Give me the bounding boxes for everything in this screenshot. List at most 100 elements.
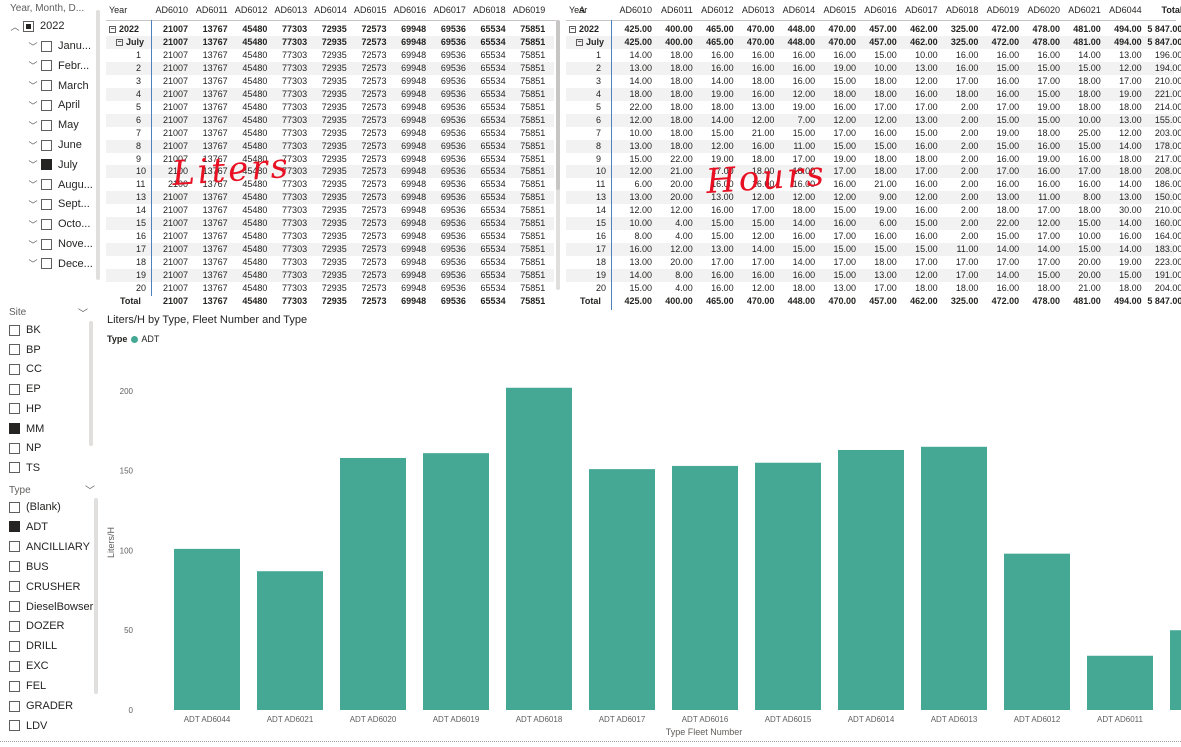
column-header[interactable]: AD6010: [615, 0, 652, 20]
column-header[interactable]: AD6016: [391, 0, 427, 20]
matrix-cell[interactable]: 478.00: [1023, 295, 1060, 308]
chevron-down-icon[interactable]: ﹀: [85, 482, 95, 497]
date-slicer-scrollbar[interactable]: [96, 10, 100, 280]
table-row[interactable]: 13 13.00 20.00 13.00 12.00 12.00 12.00 9.00 12.0…: [566, 191, 1181, 205]
year-node-2022[interactable]: ︿ 2022: [10, 17, 64, 35]
matrix-cell[interactable]: 15.00: [615, 153, 652, 166]
slicer-item[interactable]: CC: [9, 360, 42, 378]
checkbox[interactable]: [41, 198, 52, 210]
matrix-cell[interactable]: 69948: [391, 23, 426, 36]
matrix-cell[interactable]: 210.00: [1146, 204, 1181, 217]
matrix-cell[interactable]: 13.00: [615, 191, 652, 204]
matrix-cell[interactable]: 10.00: [615, 217, 652, 230]
matrix-cell[interactable]: 13767: [192, 204, 228, 217]
matrix-cell[interactable]: 72573: [351, 191, 386, 204]
table-row[interactable]: 7 10.00 18.00 15.00 21.00 15.00 17.00 16.00 15.0…: [566, 127, 1181, 140]
matrix-cell[interactable]: 72573: [351, 49, 386, 62]
matrix-cell[interactable]: 69536: [430, 178, 466, 191]
table-row[interactable]: 19 14.00 8.00 16.00 16.00 16.00 15.00 13.00 12.0…: [566, 269, 1181, 283]
matrix-cell[interactable]: 12.00: [778, 88, 816, 101]
matrix-cell[interactable]: 16.00: [778, 269, 816, 282]
checkbox[interactable]: [41, 40, 52, 52]
matrix-cell[interactable]: 8.00: [1064, 191, 1101, 204]
matrix-cell[interactable]: 72573: [351, 23, 386, 36]
matrix-cell[interactable]: 478.00: [1023, 23, 1060, 36]
matrix-cell[interactable]: 69536: [430, 282, 466, 295]
slicer-item[interactable]: BP: [9, 341, 41, 359]
slicer-item[interactable]: ﹀ March: [28, 77, 88, 95]
column-header[interactable]: AD6011: [192, 0, 228, 20]
matrix-cell[interactable]: 4.00: [656, 230, 693, 243]
matrix-cell[interactable]: 18.00: [942, 88, 979, 101]
bar-adt-ad6012[interactable]: [1004, 553, 1070, 710]
checkbox[interactable]: [41, 80, 52, 92]
matrix-cell[interactable]: 10.00: [615, 127, 652, 140]
matrix-cell[interactable]: 13.00: [1105, 191, 1142, 204]
matrix-cell[interactable]: 69536: [430, 36, 466, 49]
matrix-cell[interactable]: 21007: [152, 127, 188, 140]
matrix-cell[interactable]: 72573: [351, 153, 386, 166]
matrix-cell[interactable]: 72935: [311, 256, 347, 269]
slicer-item[interactable]: BUS: [9, 558, 49, 576]
matrix-cell[interactable]: 18.00: [656, 62, 693, 75]
matrix-cell[interactable]: 75851: [510, 127, 545, 140]
matrix-cell[interactable]: 69536: [430, 101, 466, 114]
matrix-cell[interactable]: 16.00: [697, 49, 734, 62]
matrix-cell[interactable]: 69948: [391, 140, 426, 153]
matrix-cell[interactable]: 69948: [391, 191, 426, 204]
matrix-cell[interactable]: 45480: [232, 191, 267, 204]
matrix-cell[interactable]: 16.00: [697, 282, 734, 295]
table-row[interactable]: 2 21007 13767 45480 77303 72935 72573 69948 6953…: [106, 61, 554, 75]
matrix-cell[interactable]: 494.00: [1105, 295, 1142, 308]
matrix-cell[interactable]: 15.00: [1064, 62, 1101, 75]
matrix-cell[interactable]: 11.00: [778, 140, 815, 153]
column-header[interactable]: AD6018: [470, 0, 506, 20]
matrix-cell[interactable]: 470.00: [738, 295, 775, 308]
matrix-cell[interactable]: 72573: [351, 140, 386, 153]
matrix-cell[interactable]: 16.00: [982, 153, 1020, 166]
matrix-cell[interactable]: 15.00: [819, 140, 856, 153]
table-row[interactable]: 17 21007 13767 45480 77303 72935 72573 69948 695…: [106, 243, 554, 257]
matrix-cell[interactable]: 77303: [271, 191, 307, 204]
matrix-cell[interactable]: 65534: [470, 75, 506, 88]
chevron-down-icon[interactable]: ﹀: [28, 99, 38, 112]
matrix-cell[interactable]: 2.00: [942, 230, 979, 243]
slicer-item[interactable]: EP: [9, 380, 41, 398]
table-row[interactable]: −2022 21007 13767 45480 77303 72935 72573 69948…: [106, 23, 554, 36]
matrix-cell[interactable]: 72573: [351, 165, 386, 178]
matrix-cell[interactable]: 15.00: [1023, 62, 1060, 75]
matrix-cell[interactable]: 72573: [351, 230, 386, 243]
matrix-cell[interactable]: 13767: [192, 88, 228, 101]
matrix-cell[interactable]: 77303: [271, 127, 307, 140]
column-header[interactable]: AD6014: [778, 0, 816, 20]
matrix-cell[interactable]: 15.00: [982, 230, 1020, 243]
slicer-item[interactable]: TS: [9, 459, 40, 477]
checkbox[interactable]: [9, 680, 20, 692]
matrix-cell[interactable]: 72573: [351, 243, 386, 256]
matrix-cell[interactable]: 45480: [232, 75, 267, 88]
matrix-cell[interactable]: 17.00: [901, 165, 938, 178]
matrix-cell[interactable]: 69536: [430, 75, 466, 88]
matrix-cell[interactable]: 75851: [510, 88, 545, 101]
matrix-cell[interactable]: 2.00: [942, 140, 979, 153]
bar-adt-ad6019[interactable]: [423, 453, 489, 710]
matrix-cell[interactable]: 20.00: [656, 178, 693, 191]
matrix-cell[interactable]: 13767: [192, 23, 228, 36]
matrix-cell[interactable]: 75851: [510, 101, 545, 114]
matrix-cell[interactable]: 18.00: [1105, 282, 1142, 295]
matrix-cell[interactable]: 72935: [311, 114, 347, 127]
matrix-cell[interactable]: 194.00: [1146, 62, 1181, 75]
collapse-icon[interactable]: −: [116, 39, 123, 47]
table-row[interactable]: 14 21007 13767 45480 77303 72935 72573 69948 695…: [106, 204, 554, 217]
matrix-cell[interactable]: 13.00: [738, 101, 775, 114]
matrix-cell[interactable]: 17.00: [819, 127, 856, 140]
matrix-cell[interactable]: 155.00: [1146, 114, 1181, 127]
matrix-cell[interactable]: 10.00: [860, 62, 897, 75]
slicer-item[interactable]: ﹀ Dece...: [28, 255, 92, 273]
matrix-cell[interactable]: 8.00: [615, 230, 652, 243]
matrix-cell[interactable]: 21007: [152, 75, 188, 88]
matrix-cell[interactable]: 19.00: [1023, 101, 1060, 114]
matrix-cell[interactable]: 21007: [152, 114, 188, 127]
matrix-cell[interactable]: 11.00: [1023, 191, 1060, 204]
checkbox[interactable]: [41, 159, 52, 171]
